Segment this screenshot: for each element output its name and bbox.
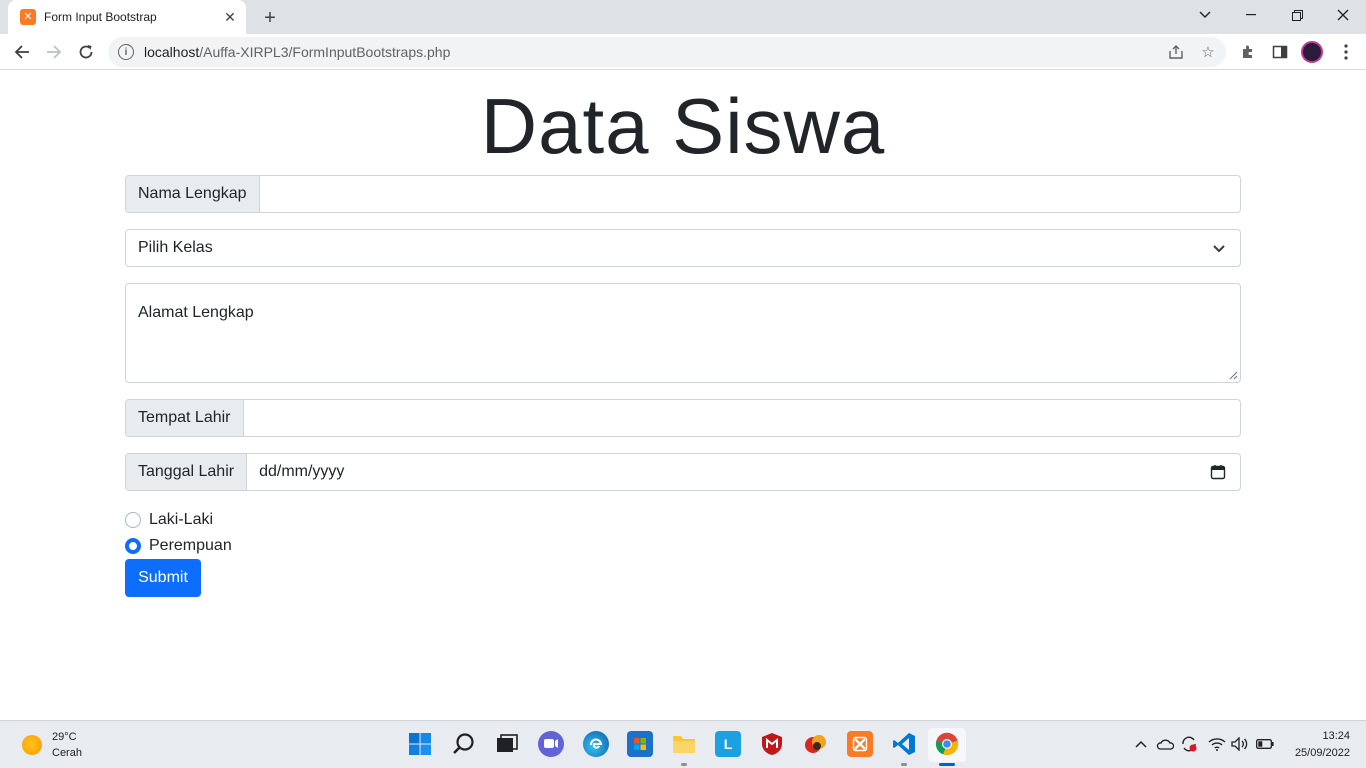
menu-kebab-icon[interactable]: [1336, 42, 1356, 62]
alamat-lengkap-textarea[interactable]: Alamat Lengkap: [125, 283, 1241, 383]
nama-lengkap-label: Nama Lengkap: [126, 176, 260, 212]
running-indicator: [681, 763, 687, 766]
chat-icon[interactable]: [538, 731, 564, 757]
calendar-icon[interactable]: [1210, 464, 1226, 480]
side-panel-icon[interactable]: [1270, 42, 1290, 62]
clock-date[interactable]: 25/09/2022: [1295, 747, 1350, 759]
vscode-icon[interactable]: [891, 731, 917, 757]
url-path: /Auffa-XIRPL3/FormInputBootstraps.php: [199, 44, 451, 60]
chrome-icon[interactable]: [934, 731, 960, 757]
nama-lengkap-group: Nama Lengkap: [125, 175, 1241, 213]
radio-label-laki-laki: Laki-Laki: [149, 511, 214, 528]
game-icon[interactable]: [803, 731, 829, 757]
sync-alert-icon[interactable]: [1180, 735, 1198, 753]
browser-tab[interactable]: ✕ Form Input Bootstrap ✕: [8, 0, 246, 34]
show-hidden-icons-chevron-up-icon[interactable]: [1132, 735, 1150, 753]
active-indicator: [939, 763, 955, 766]
page-title: Data Siswa: [480, 82, 886, 170]
xampp-favicon-icon: ✕: [20, 9, 36, 25]
l-app-icon[interactable]: L: [715, 731, 741, 757]
radio-laki-laki[interactable]: [125, 512, 141, 528]
tanggal-lahir-input[interactable]: dd/mm/yyyy: [247, 454, 1240, 490]
gender-option-laki-laki[interactable]: Laki-Laki: [125, 511, 213, 529]
weather-temperature[interactable]: 29°C: [52, 731, 77, 743]
tempat-lahir-input[interactable]: [244, 400, 1241, 436]
alamat-placeholder: Alamat Lengkap: [138, 304, 254, 321]
volume-icon[interactable]: [1231, 735, 1249, 753]
resize-handle-icon[interactable]: [1229, 371, 1238, 380]
tempat-lahir-group: Tempat Lahir: [125, 399, 1241, 437]
reload-icon[interactable]: [72, 38, 100, 66]
browser-toolbar: i localhost/Auffa-XIRPL3/FormInputBootst…: [0, 34, 1366, 70]
store-icon[interactable]: [627, 731, 653, 757]
wifi-icon[interactable]: [1208, 735, 1226, 753]
onedrive-cloud-icon[interactable]: [1156, 735, 1174, 753]
site-info-icon[interactable]: i: [118, 44, 134, 60]
share-icon[interactable]: [1166, 42, 1186, 62]
xampp-icon[interactable]: [847, 731, 873, 757]
tanggal-placeholder: dd/mm/yyyy: [259, 463, 345, 480]
forward-icon[interactable]: [40, 38, 68, 66]
back-icon[interactable]: [8, 38, 36, 66]
search-icon[interactable]: [451, 731, 477, 757]
gender-option-perempuan[interactable]: Perempuan: [125, 537, 232, 555]
kelas-select[interactable]: Pilih Kelas: [125, 229, 1241, 267]
tab-title: Form Input Bootstrap: [44, 10, 157, 24]
radio-perempuan[interactable]: [125, 538, 141, 554]
weather-sun-icon[interactable]: [22, 735, 42, 755]
battery-icon[interactable]: [1256, 735, 1274, 753]
close-window-icon[interactable]: [1320, 0, 1366, 30]
extensions-icon[interactable]: [1238, 42, 1258, 62]
clock-time[interactable]: 13:24: [1322, 730, 1350, 742]
chevron-down-icon: [1213, 245, 1225, 253]
tab-search-chevron-icon[interactable]: [1182, 0, 1228, 30]
windows-start-icon[interactable]: [407, 731, 433, 757]
mcafee-icon[interactable]: [759, 731, 785, 757]
url-host: localhost: [144, 44, 200, 60]
tab-strip: ✕ Form Input Bootstrap ✕ +: [0, 0, 1366, 34]
edge-icon[interactable]: [583, 731, 609, 757]
task-view-icon[interactable]: [494, 731, 520, 757]
running-indicator: [901, 763, 907, 766]
weather-description[interactable]: Cerah: [52, 747, 82, 759]
url-text: localhost/Auffa-XIRPL3/FormInputBootstra…: [144, 44, 450, 60]
page-content: Data Siswa Nama Lengkap Pilih Kelas Alam…: [0, 71, 1366, 720]
profile-avatar[interactable]: [1301, 41, 1323, 63]
address-bar[interactable]: i localhost/Auffa-XIRPL3/FormInputBootst…: [108, 37, 1226, 67]
submit-button[interactable]: Submit: [125, 559, 201, 597]
tempat-lahir-label: Tempat Lahir: [126, 400, 244, 436]
kelas-selected-value: Pilih Kelas: [138, 239, 213, 256]
tanggal-lahir-label: Tanggal Lahir: [126, 454, 248, 490]
bookmark-star-icon[interactable]: ☆: [1198, 42, 1218, 62]
nama-lengkap-input[interactable]: [260, 176, 1240, 212]
file-explorer-icon[interactable]: [671, 731, 697, 757]
radio-label-perempuan: Perempuan: [149, 537, 232, 554]
tab-close-icon[interactable]: ✕: [220, 7, 240, 27]
windows-taskbar: 29°C Cerah L 13:24 25/09/2022: [0, 720, 1366, 768]
tanggal-lahir-group: Tanggal Lahir dd/mm/yyyy: [125, 453, 1241, 491]
new-tab-icon[interactable]: +: [258, 6, 282, 30]
restore-icon[interactable]: [1274, 0, 1320, 30]
minimize-icon[interactable]: [1228, 0, 1274, 30]
